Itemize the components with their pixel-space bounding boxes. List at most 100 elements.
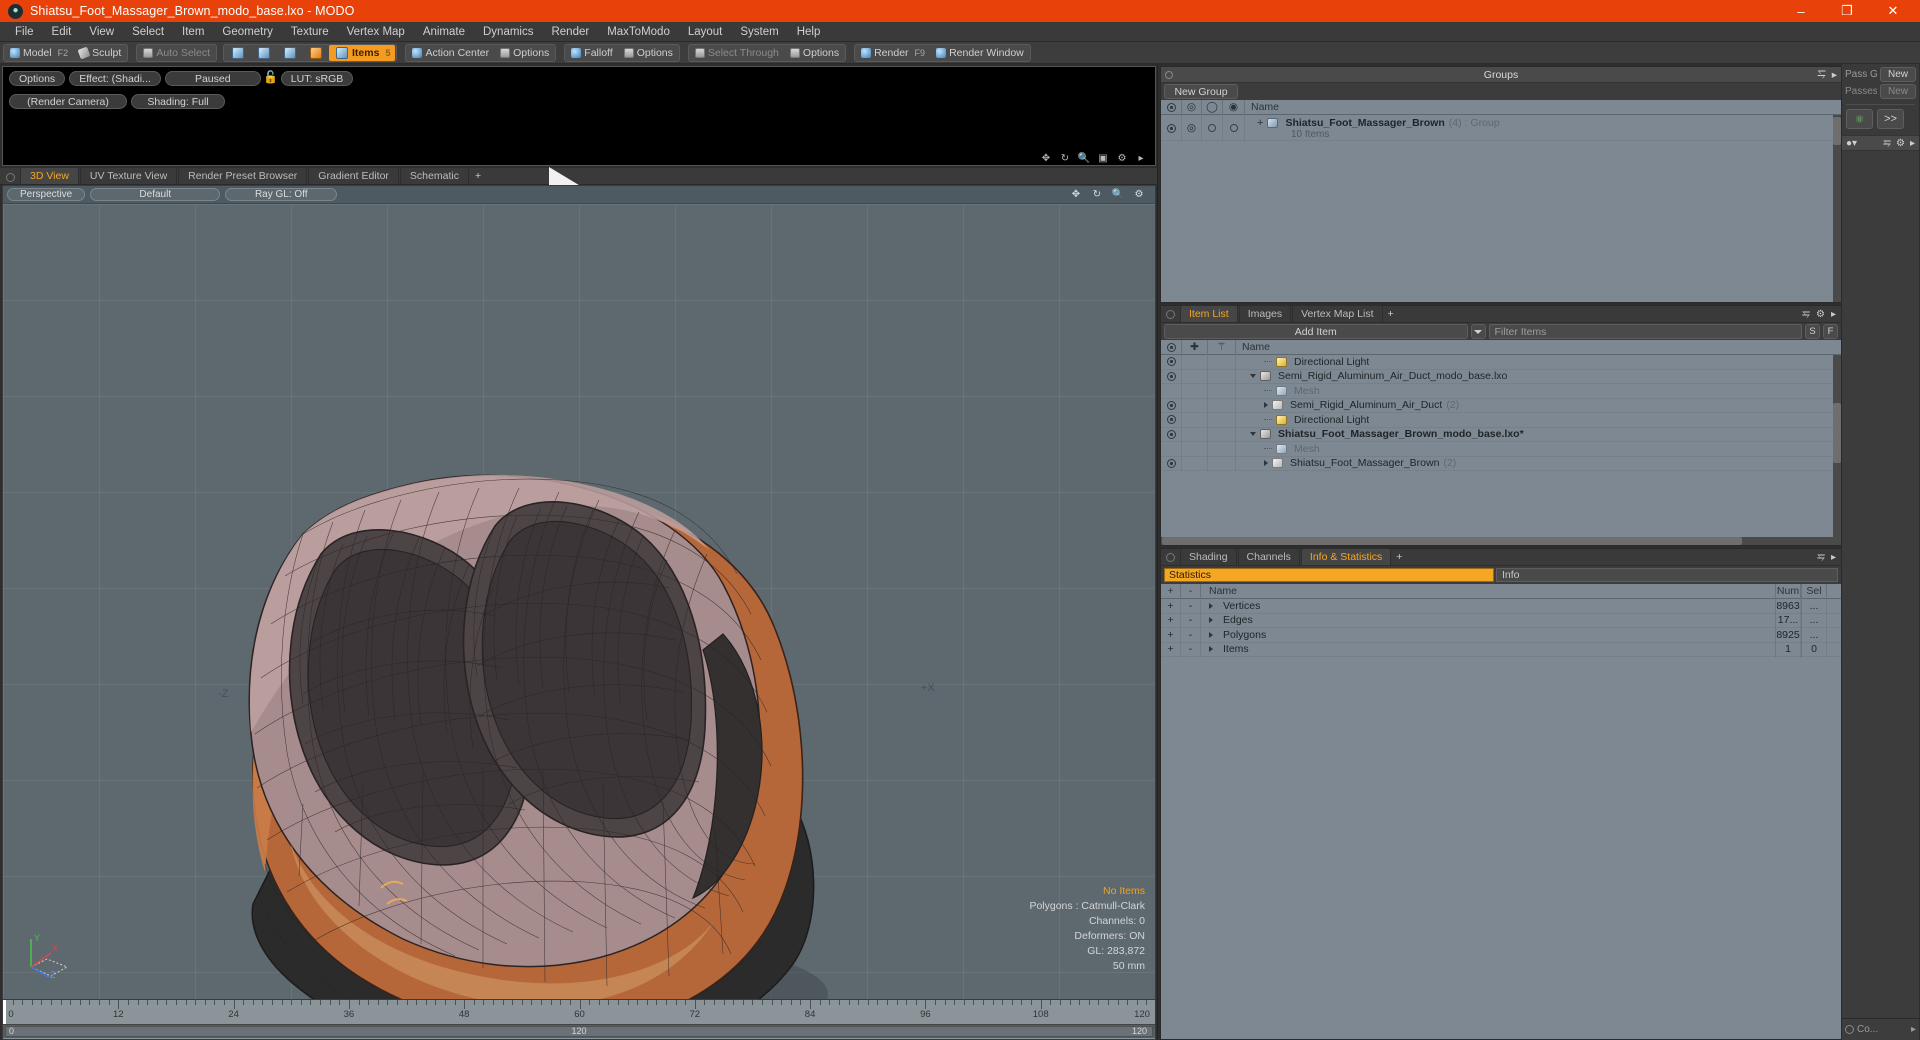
- render-window-button[interactable]: Render Window: [931, 45, 1029, 61]
- timeline-playhead[interactable]: [3, 1000, 6, 1024]
- expand-triangle-icon[interactable]: [1209, 602, 1213, 609]
- tab-gradient-editor[interactable]: Gradient Editor: [308, 167, 399, 184]
- item-list-horizontal-scrollbar[interactable]: [1161, 537, 1841, 545]
- statistics-row[interactable]: + - Items 1 0: [1161, 642, 1841, 657]
- row-transform-toggle[interactable]: [1208, 369, 1236, 384]
- menu-render[interactable]: Render: [542, 24, 598, 40]
- auto-select-button[interactable]: Auto Select: [138, 45, 215, 61]
- row-transform-toggle[interactable]: [1208, 456, 1236, 471]
- row-visibility-toggle[interactable]: [1161, 115, 1182, 141]
- row-lock-toggle[interactable]: [1182, 441, 1208, 456]
- preview-shading-button[interactable]: Shading: Full: [131, 94, 225, 109]
- row-visibility-toggle[interactable]: [1161, 456, 1182, 471]
- action-center-options-button[interactable]: Options: [495, 45, 554, 61]
- info-add-tab-button[interactable]: +: [1392, 549, 1406, 565]
- sidebar-subpanel-menu-icon[interactable]: ●▾: [1846, 138, 1857, 149]
- panel-arrow-icon-info[interactable]: ▸: [1831, 552, 1836, 563]
- items-mode-button[interactable]: Items 5: [329, 44, 396, 61]
- new-group-button[interactable]: New Group: [1164, 84, 1238, 99]
- statistics-row[interactable]: + - Edges 17......: [1161, 613, 1841, 628]
- expand-triangle-icon[interactable]: [1264, 460, 1268, 467]
- row-name-cell[interactable]: Semi_Rigid_Aluminum_Air_Duct_modo_base.l…: [1236, 370, 1841, 382]
- filter-f-button[interactable]: F: [1823, 324, 1838, 339]
- viewport-gear-icon[interactable]: ⚙: [1133, 189, 1145, 201]
- tab-channels[interactable]: Channels: [1237, 548, 1300, 565]
- row-name-cell[interactable]: Semi_Rigid_Aluminum_Air_Duct (2): [1236, 399, 1841, 411]
- row-transform-toggle[interactable]: [1208, 412, 1236, 427]
- row-visibility-toggle[interactable]: [1161, 369, 1182, 384]
- item-list-row[interactable]: Shiatsu_Foot_Massager_Brown (2): [1161, 456, 1841, 471]
- tab-render-preset-browser[interactable]: Render Preset Browser: [178, 167, 308, 184]
- info-subtab[interactable]: Info: [1496, 568, 1838, 582]
- row-transform-toggle[interactable]: [1208, 383, 1236, 398]
- viewport-canvas[interactable]: -Z +X Y X Z No Items Polygons : Catmull-…: [3, 204, 1155, 999]
- row-transform-toggle[interactable]: [1208, 427, 1236, 442]
- expand-icon-item-list[interactable]: ⥧: [1802, 309, 1810, 320]
- row-visibility-toggle[interactable]: [1161, 398, 1182, 413]
- render-pass-icon[interactable]: ⚛: [1846, 109, 1873, 129]
- statistics-subtab[interactable]: Statistics: [1164, 568, 1494, 582]
- tab-add-button[interactable]: +: [470, 168, 486, 184]
- row-name-cell[interactable]: Shiatsu_Foot_Massager_Brown_modo_base.lx…: [1236, 428, 1841, 440]
- row-name-cell[interactable]: + Shiatsu_Foot_Massager_Brown (4) : Grou…: [1245, 115, 1500, 140]
- sidebar-gear-icon[interactable]: ⚙: [1896, 138, 1905, 149]
- pan-icon[interactable]: ✥: [1040, 152, 1052, 164]
- timeline-scrub-range[interactable]: 0 120 120: [3, 1024, 1155, 1038]
- viewport-rotate-icon[interactable]: ↻: [1091, 189, 1103, 201]
- select-through-button[interactable]: Select Through: [690, 45, 784, 61]
- close-button[interactable]: ✕: [1870, 0, 1916, 22]
- tab-3d-view[interactable]: 3D View: [20, 167, 79, 184]
- stat-name-cell[interactable]: Vertices: [1201, 600, 1775, 612]
- expand-plus-icon[interactable]: +: [1257, 117, 1263, 129]
- maximize-button[interactable]: ❐: [1824, 0, 1870, 22]
- preview-effect-button[interactable]: Effect: (Shadi...: [69, 71, 161, 86]
- item-list-row[interactable]: Semi_Rigid_Aluminum_Air_Duct (2): [1161, 398, 1841, 413]
- menu-animate[interactable]: Animate: [414, 24, 474, 40]
- item-list-row[interactable]: Directional Light: [1161, 355, 1841, 370]
- sidebar-bottom-menu-icon[interactable]: [1845, 1025, 1854, 1034]
- expand-triangle-icon[interactable]: [1209, 646, 1213, 653]
- preview-lut-button[interactable]: LUT: sRGB: [280, 71, 354, 86]
- stat-add-button[interactable]: +: [1161, 613, 1181, 628]
- lock-icon[interactable]: 🔓: [263, 70, 278, 84]
- groups-col-lock-icon[interactable]: ◯: [1202, 99, 1223, 115]
- row-transform-toggle[interactable]: [1208, 398, 1236, 413]
- expand-triangle-icon[interactable]: [1264, 402, 1268, 409]
- menu-maxtomodo[interactable]: MaxToModo: [598, 24, 679, 40]
- polygons-mode-button[interactable]: [277, 45, 302, 61]
- row-transform-toggle[interactable]: [1208, 441, 1236, 456]
- item-list-row[interactable]: Semi_Rigid_Aluminum_Air_Duct_modo_base.l…: [1161, 369, 1841, 384]
- groups-col-select-icon[interactable]: ◉: [1223, 99, 1245, 115]
- materials-mode-button[interactable]: [303, 45, 328, 61]
- groups-col-render-icon[interactable]: ◎: [1182, 99, 1202, 115]
- row-lock-toggle[interactable]: [1182, 369, 1208, 384]
- expand-icon[interactable]: ⥧: [1817, 68, 1825, 81]
- menu-vertex-map[interactable]: Vertex Map: [338, 24, 414, 40]
- row-lock-toggle[interactable]: [1202, 115, 1223, 141]
- edges-mode-button[interactable]: [251, 45, 276, 61]
- stat-add-button[interactable]: +: [1161, 599, 1181, 613]
- tab-shading[interactable]: Shading: [1180, 548, 1237, 565]
- item-list-row[interactable]: Shiatsu_Foot_Massager_Brown_modo_base.lx…: [1161, 427, 1841, 442]
- row-transform-toggle[interactable]: [1208, 355, 1236, 369]
- gear-icon-item-list[interactable]: ⚙: [1816, 309, 1825, 320]
- 3d-viewport[interactable]: Perspective Default Ray GL: Off ✥ ↻ 🔍 ⚙: [2, 185, 1156, 1000]
- menu-item[interactable]: Item: [173, 24, 213, 40]
- groups-col-visibility-icon[interactable]: [1161, 99, 1182, 115]
- item-list-row[interactable]: Directional Light: [1161, 412, 1841, 428]
- sculpt-mode-button[interactable]: Sculpt: [74, 45, 126, 61]
- action-center-button[interactable]: Action Center: [407, 45, 494, 61]
- tab-uv-texture-view[interactable]: UV Texture View: [79, 167, 178, 184]
- row-visibility-toggle[interactable]: [1161, 412, 1182, 427]
- collapse-triangle-icon[interactable]: [1250, 432, 1256, 437]
- add-item-dropdown-icon[interactable]: [1470, 324, 1486, 339]
- row-lock-toggle[interactable]: [1182, 355, 1208, 369]
- preview-paused-button[interactable]: Paused: [164, 71, 261, 86]
- viewport-zoom-icon[interactable]: 🔍: [1112, 189, 1124, 201]
- tab-schematic[interactable]: Schematic: [399, 167, 469, 184]
- groups-list-body[interactable]: ◎ + Shiatsu_Foot_Massager_Brown (4) : Gr…: [1161, 115, 1841, 302]
- info-panel-menu-icon[interactable]: [1166, 553, 1175, 562]
- item-list-add-tab-button[interactable]: +: [1384, 306, 1398, 322]
- forward-button[interactable]: >>: [1877, 109, 1904, 129]
- row-name-cell[interactable]: Directional Light: [1236, 356, 1841, 368]
